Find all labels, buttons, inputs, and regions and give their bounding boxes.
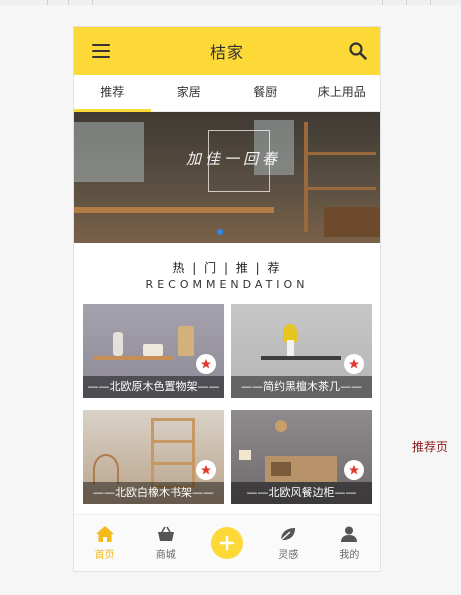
plus-icon (211, 527, 243, 559)
tab-home-furnishing[interactable]: 家居 (151, 75, 228, 111)
menu-icon[interactable] (92, 44, 110, 58)
product-card[interactable]: ——北欧白橡木书架—— (83, 410, 224, 504)
product-card[interactable]: ——简约黑檀木茶几—— (231, 304, 372, 398)
favorite-star-icon[interactable] (344, 460, 364, 480)
app-title: 桔家 (209, 43, 244, 62)
banner-carousel[interactable]: 加佳一回春 (74, 112, 380, 243)
nav-mall[interactable]: 商城 (135, 515, 196, 571)
category-tabs: 推荐 家居 餐厨 床上用品 (74, 75, 380, 112)
recommendation-heading: 热 | 门 | 推 | 荐 RECOMMENDATION (74, 259, 380, 291)
product-card[interactable]: ——北欧原木色置物架—— (83, 304, 224, 398)
leaf-icon (278, 525, 298, 543)
app-header: 桔家 (74, 27, 380, 75)
user-icon (339, 525, 359, 543)
product-caption: ——简约黑檀木茶几—— (231, 376, 372, 398)
nav-add[interactable] (196, 515, 257, 571)
phone-frame: 桔家 推荐 家居 餐厨 床上用品 加佳一回春 热 | 门 | 推 | 荐 REC… (73, 26, 381, 572)
nav-profile[interactable]: 我的 (319, 515, 380, 571)
section-subtitle: RECOMMENDATION (145, 278, 309, 291)
tab-kitchen[interactable]: 餐厨 (227, 75, 304, 111)
favorite-star-icon[interactable] (344, 354, 364, 374)
favorite-star-icon[interactable] (196, 354, 216, 374)
product-card[interactable]: ——北欧风餐边柜—— (231, 410, 372, 504)
tab-recommend[interactable]: 推荐 (74, 75, 151, 112)
basket-icon (156, 525, 176, 543)
bottom-navigation: 首页 商城 灵感 我的 (74, 514, 380, 571)
section-title: 热 | 门 | 推 | 荐 (172, 261, 282, 275)
nav-home[interactable]: 首页 (74, 515, 135, 571)
search-icon[interactable] (348, 41, 368, 61)
browser-top-strip (0, 0, 461, 5)
tab-bedding[interactable]: 床上用品 (304, 75, 381, 111)
product-caption: ——北欧白橡木书架—— (83, 482, 224, 504)
product-caption: ——北欧原木色置物架—— (83, 376, 224, 398)
nav-mall-label: 商城 (155, 550, 176, 561)
nav-inspiration-label: 灵感 (278, 550, 299, 561)
page-annotation-label: 推荐页 (412, 440, 449, 454)
carousel-indicator[interactable] (217, 229, 223, 235)
nav-home-label: 首页 (94, 550, 115, 561)
favorite-star-icon[interactable] (196, 460, 216, 480)
nav-profile-label: 我的 (339, 550, 360, 561)
home-icon (95, 525, 115, 543)
product-caption: ——北欧风餐边柜—— (231, 482, 372, 504)
nav-inspiration[interactable]: 灵感 (258, 515, 319, 571)
banner-calligraphy: 加佳一回春 (186, 150, 282, 168)
